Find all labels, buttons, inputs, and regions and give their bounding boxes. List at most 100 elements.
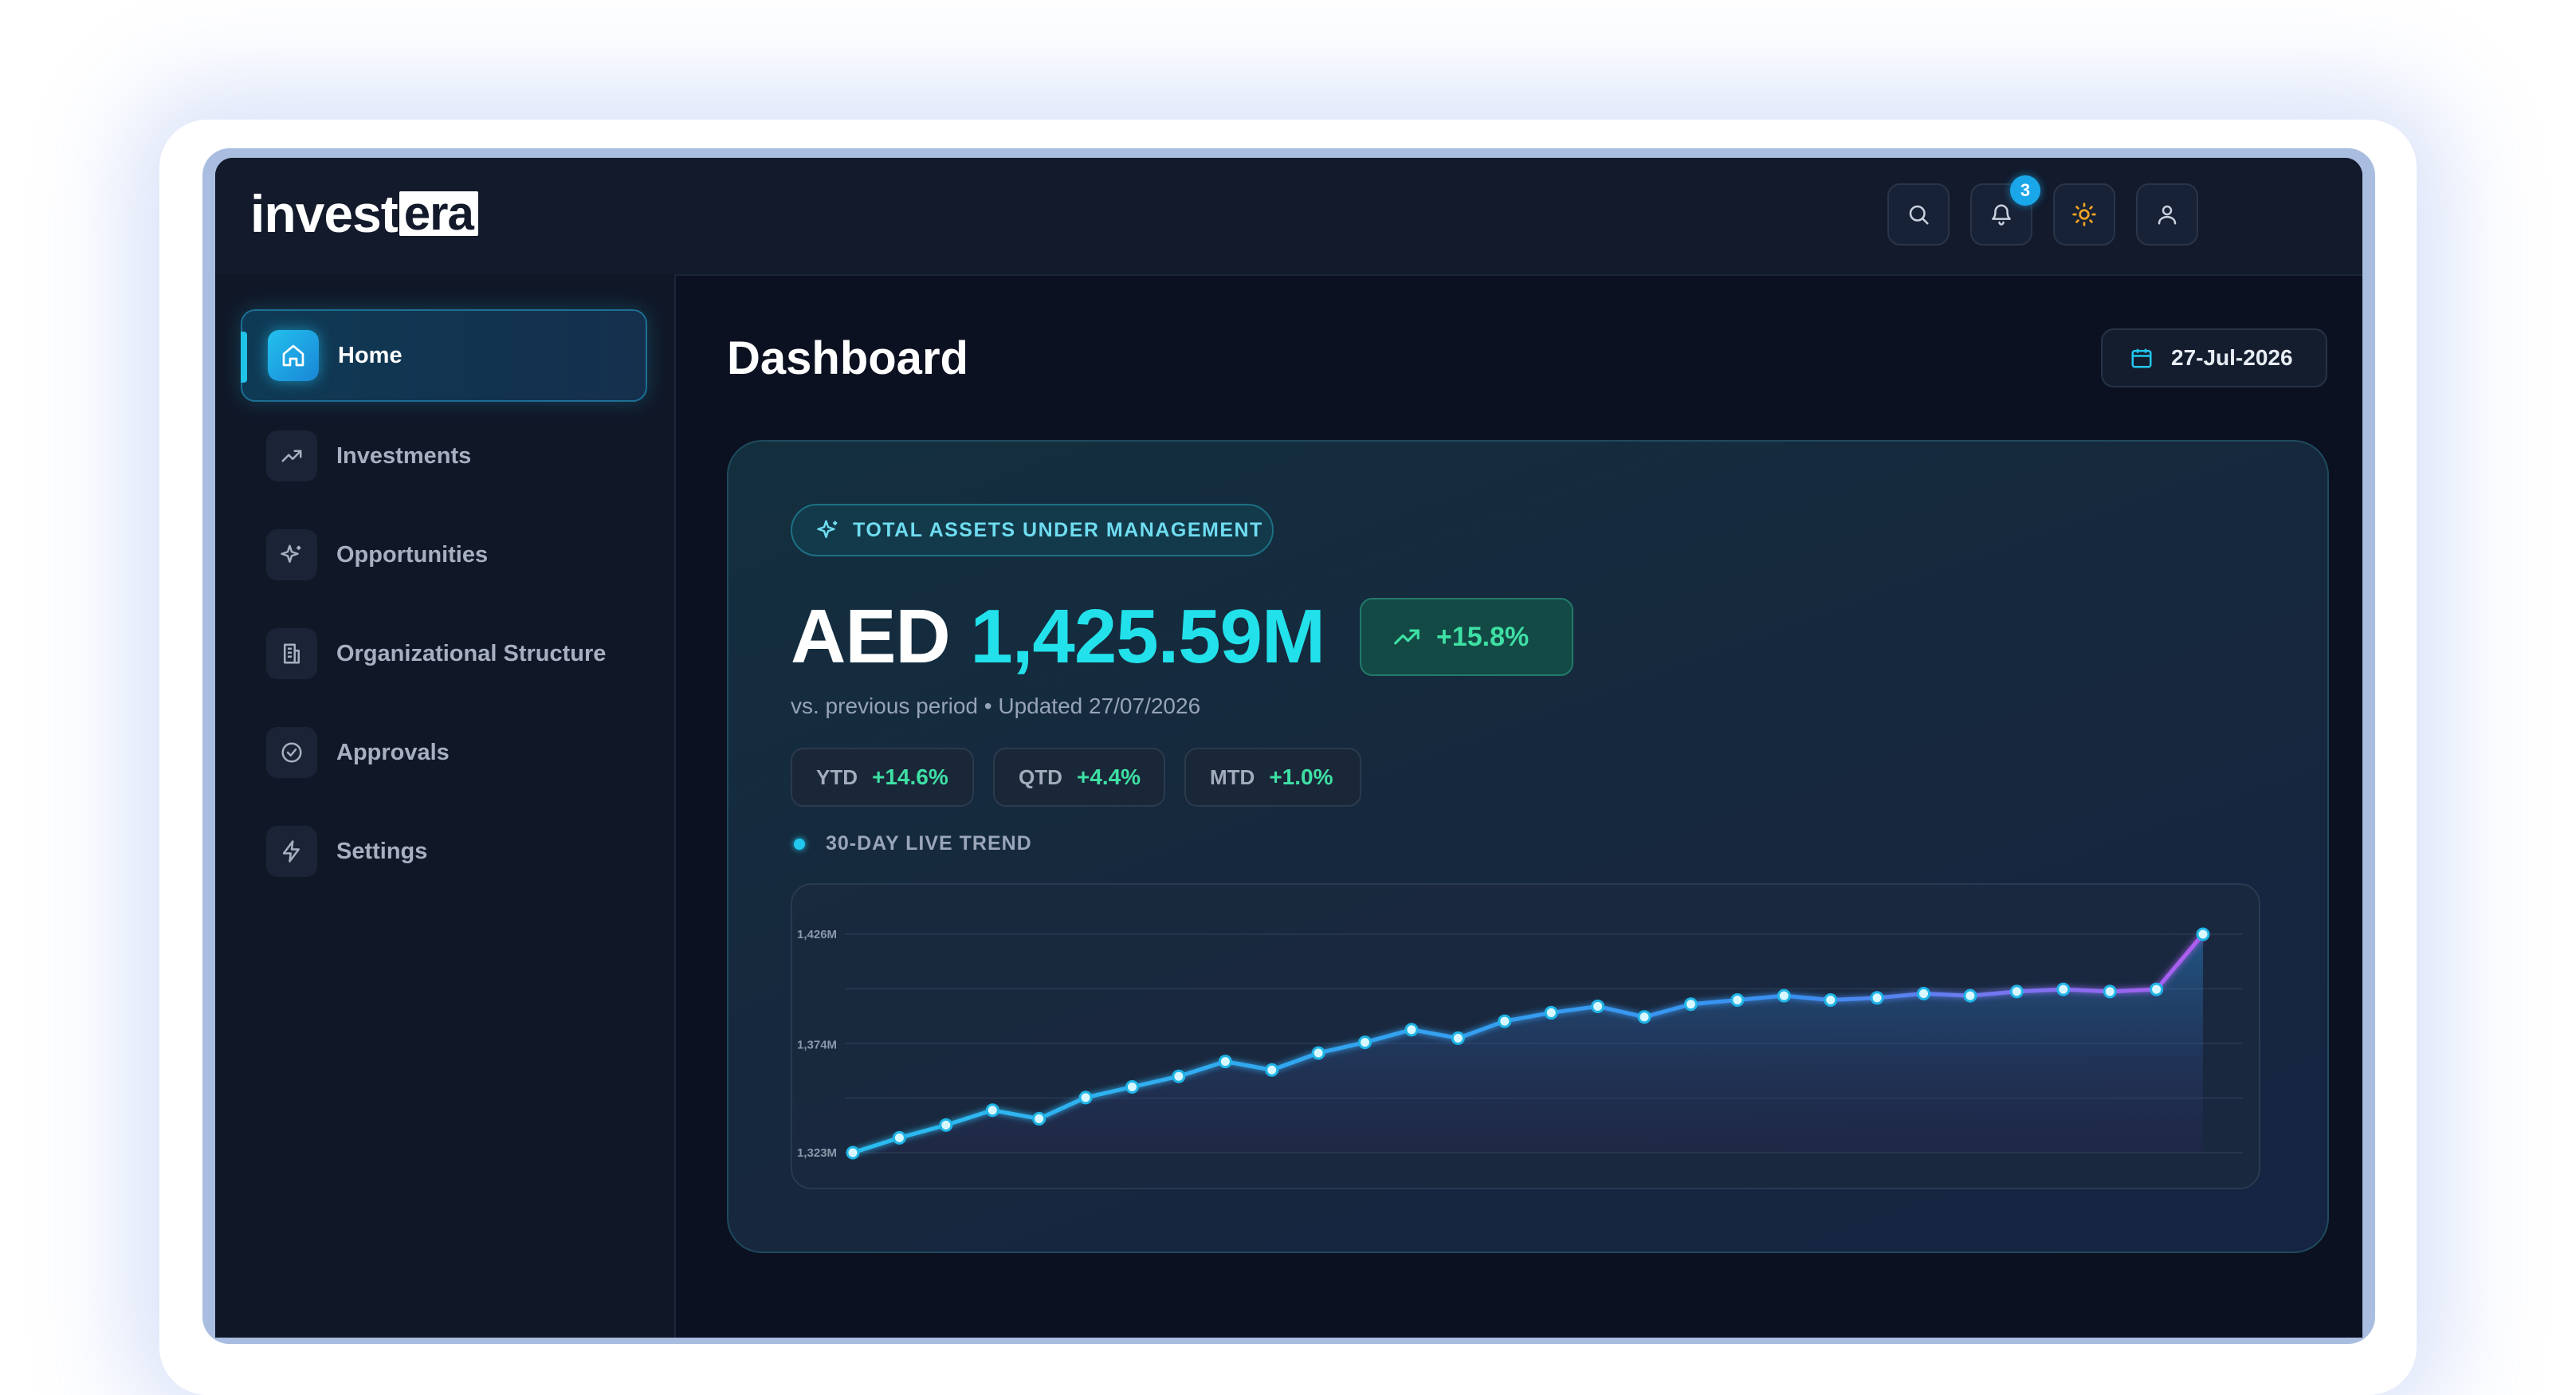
aum-subline: vs. previous period • Updated 27/07/2026 xyxy=(791,694,1201,718)
period-chip-mtd[interactable]: MTD +1.0% xyxy=(1184,748,1361,807)
trending-up-icon xyxy=(281,450,302,462)
logo-main-text: invest xyxy=(250,184,399,243)
sparkles-icon-wrap xyxy=(266,529,317,580)
search-icon xyxy=(1909,205,1929,225)
data-point[interactable] xyxy=(1358,1035,1372,1050)
home-icon-wrap xyxy=(268,330,319,381)
building-icon xyxy=(284,643,300,664)
sidebar-item-label: Investments xyxy=(336,442,472,469)
data-point[interactable] xyxy=(892,1130,906,1145)
lightning-icon xyxy=(282,840,300,863)
theme-toggle-button[interactable] xyxy=(2053,183,2115,246)
period-value: +14.6% xyxy=(872,764,948,789)
page-title: Dashboard xyxy=(727,332,968,384)
home-icon xyxy=(282,344,304,367)
sidebar-item-opportunities[interactable]: Opportunities xyxy=(241,509,647,601)
data-point[interactable] xyxy=(846,1145,860,1160)
sidebar-item-home[interactable]: Home xyxy=(241,309,647,402)
data-point[interactable] xyxy=(2009,984,2024,999)
data-point[interactable] xyxy=(1824,992,1838,1007)
period-value: +1.0% xyxy=(1269,764,1333,789)
sidebar-item-label: Settings xyxy=(336,838,428,864)
data-point[interactable] xyxy=(1032,1111,1046,1126)
data-point[interactable] xyxy=(2056,982,2071,996)
aum-label: TOTAL ASSETS UNDER MANAGEMENT xyxy=(853,518,1263,541)
data-point[interactable] xyxy=(939,1118,953,1132)
period-chip-ytd[interactable]: YTD +14.6% xyxy=(791,748,974,807)
data-point[interactable] xyxy=(1917,986,1931,1000)
sidebar-item-label: Approvals xyxy=(336,739,450,765)
aum-change-badge: +15.8% xyxy=(1360,598,1573,676)
data-point[interactable] xyxy=(1451,1031,1465,1045)
period-label: YTD xyxy=(816,764,858,789)
trend-label: 30-DAY LIVE TREND xyxy=(794,832,1032,855)
aum-label-pill: TOTAL ASSETS UNDER MANAGEMENT xyxy=(791,504,1274,556)
live-dot-icon xyxy=(794,838,805,850)
app-window: invest era 3 Home Investments Opportunit… xyxy=(215,158,2362,1338)
logo-accent-text: era xyxy=(399,190,478,238)
data-point[interactable] xyxy=(1078,1090,1093,1105)
bell-icon xyxy=(1992,204,2011,226)
data-point[interactable] xyxy=(1172,1069,1186,1083)
date-label: 27-Jul-2026 xyxy=(2171,345,2293,370)
data-point[interactable] xyxy=(2196,927,2210,941)
building-icon-wrap xyxy=(266,628,317,679)
data-point[interactable] xyxy=(1730,992,1745,1007)
trending-up-icon xyxy=(1394,629,1420,645)
trending-up-icon-wrap xyxy=(266,430,317,481)
date-picker-button[interactable]: 27-Jul-2026 xyxy=(2101,328,2327,387)
y-tick-label: 1,426M xyxy=(797,928,837,941)
aum-amount: 1,425.59M xyxy=(970,594,1325,679)
data-point[interactable] xyxy=(985,1103,999,1118)
period-chip-qtd[interactable]: QTD +4.4% xyxy=(993,748,1165,807)
data-point[interactable] xyxy=(1544,1005,1558,1020)
notifications-button[interactable]: 3 xyxy=(1970,175,2040,246)
check-circle-icon-wrap xyxy=(266,727,317,778)
period-label: MTD xyxy=(1210,764,1255,789)
data-point[interactable] xyxy=(1125,1080,1139,1094)
notification-badge: 3 xyxy=(2010,175,2040,206)
check-circle-icon xyxy=(281,742,302,763)
sidebar-item-organizational-structure[interactable]: Organizational Structure xyxy=(241,607,647,700)
data-point[interactable] xyxy=(1404,1023,1419,1037)
sidebar-item-label: Opportunities xyxy=(336,541,489,568)
aum-change-value: +15.8% xyxy=(1436,621,1530,652)
sidebar-item-label: Organizational Structure xyxy=(336,640,607,666)
data-point[interactable] xyxy=(1777,988,1791,1003)
sidebar-item-investments[interactable]: Investments xyxy=(241,410,647,502)
data-point[interactable] xyxy=(1591,999,1605,1013)
sidebar-item-approvals[interactable]: Approvals xyxy=(241,706,647,799)
brand-logo[interactable]: invest era xyxy=(250,182,478,246)
profile-button[interactable] xyxy=(2136,183,2198,246)
data-point[interactable] xyxy=(1683,997,1698,1012)
data-point[interactable] xyxy=(1498,1014,1512,1028)
user-icon xyxy=(2158,205,2177,225)
y-tick-label: 1,374M xyxy=(797,1038,837,1051)
data-point[interactable] xyxy=(1265,1063,1279,1077)
sun-icon xyxy=(2072,202,2096,226)
aum-card: TOTAL ASSETS UNDER MANAGEMENT AED 1,425.… xyxy=(727,440,2329,1253)
sparkles-icon xyxy=(817,520,838,538)
top-header: invest era 3 xyxy=(215,158,2362,276)
trend-label-text: 30-DAY LIVE TREND xyxy=(826,832,1032,855)
data-point[interactable] xyxy=(2103,984,2117,999)
data-point[interactable] xyxy=(1870,991,1884,1005)
calendar-icon xyxy=(2131,348,2152,368)
data-point[interactable] xyxy=(1218,1055,1232,1069)
search-button[interactable] xyxy=(1887,183,1950,246)
sidebar-item-settings[interactable]: Settings xyxy=(241,805,647,898)
aum-currency: AED xyxy=(791,594,951,679)
data-point[interactable] xyxy=(1963,988,1977,1003)
data-point[interactable] xyxy=(1311,1046,1325,1060)
data-point[interactable] xyxy=(1637,1010,1651,1024)
sidebar-item-label: Home xyxy=(338,342,402,368)
trend-chart-svg: 1,426M 1,374M 1,323M xyxy=(797,927,2243,1160)
period-label: QTD xyxy=(1019,764,1062,789)
data-point[interactable] xyxy=(2150,982,2164,996)
sparkles-icon xyxy=(281,544,301,563)
trend-chart: 1,426M 1,374M 1,323M xyxy=(791,883,2260,1189)
sidebar: Home Investments Opportunities Organizat… xyxy=(215,274,676,1338)
period-value: +4.4% xyxy=(1076,764,1141,789)
lightning-icon-wrap xyxy=(266,826,317,877)
y-tick-label: 1,323M xyxy=(797,1146,837,1160)
